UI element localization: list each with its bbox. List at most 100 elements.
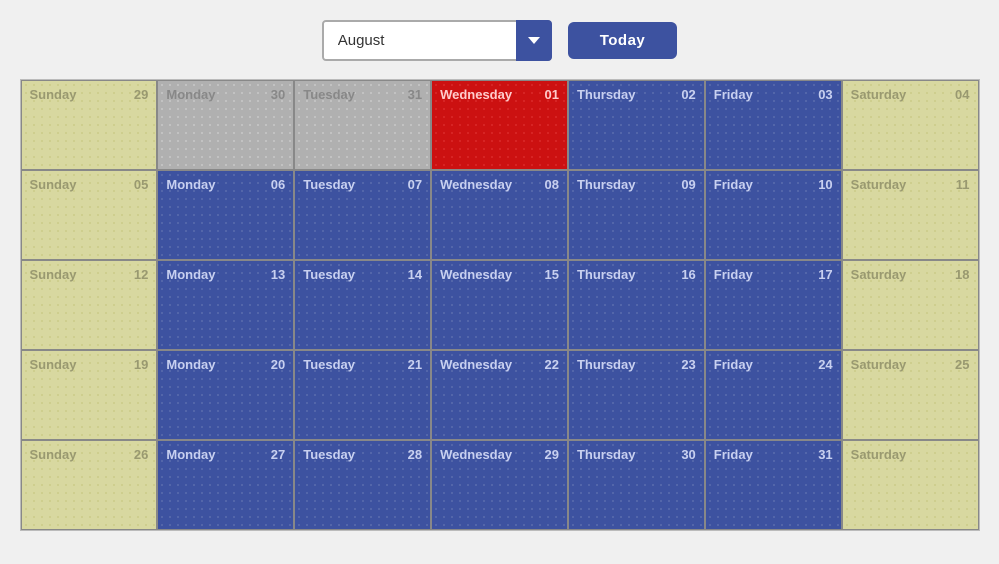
calendar-cell[interactable]: Monday 06 [157, 170, 294, 260]
cell-day-number: 31 [818, 447, 832, 462]
cell-day-name: Friday [714, 447, 753, 462]
cell-day-name: Saturday [851, 447, 907, 462]
month-select[interactable]: JanuaryFebruaryMarchAprilMayJuneJulyAugu… [322, 20, 552, 61]
cell-day-name: Tuesday [303, 267, 355, 282]
cell-day-number: 29 [544, 447, 558, 462]
calendar-week-row: Sunday19Monday20Tuesday21Wednesday22Thur… [21, 350, 979, 440]
cell-day-name: Thursday [577, 357, 636, 372]
cell-day-number: 20 [271, 357, 285, 372]
cell-day-number: 06 [271, 177, 285, 192]
calendar-cell[interactable]: Monday27 [157, 440, 294, 530]
cell-day-number: 01 [544, 87, 558, 102]
calendar-cell[interactable]: Tuesday 14 [294, 260, 431, 350]
cell-day-name: Sunday [30, 357, 77, 372]
cell-day-name: Saturday [851, 267, 907, 282]
calendar-cell[interactable]: Tuesday07 [294, 170, 431, 260]
calendar-cell[interactable]: Thursday 09 [568, 170, 705, 260]
cell-day-name: Thursday [577, 177, 636, 192]
cell-day-number: 10 [818, 177, 832, 192]
cell-day-number: 09 [681, 177, 695, 192]
calendar-cell[interactable]: Thursday 30 [568, 440, 705, 530]
calendar-cell[interactable]: Thursday 16 [568, 260, 705, 350]
calendar-cell[interactable]: Saturday 25 [842, 350, 979, 440]
calendar-cell[interactable]: Friday 10 [705, 170, 842, 260]
calendar-cell[interactable]: Tuesday 21 [294, 350, 431, 440]
cell-day-name: Sunday [30, 267, 77, 282]
cell-day-name: Friday [714, 267, 753, 282]
cell-day-number: 17 [818, 267, 832, 282]
cell-day-name: Tuesday [303, 87, 355, 102]
calendar-cell[interactable]: Sunday29 [21, 80, 158, 170]
calendar-cell[interactable]: Sunday 26 [21, 440, 158, 530]
cell-day-name: Tuesday [303, 447, 355, 462]
cell-day-number: 31 [408, 87, 422, 102]
cell-day-number: 08 [544, 177, 558, 192]
cell-day-number: 30 [271, 87, 285, 102]
calendar-cell[interactable]: Friday24 [705, 350, 842, 440]
calendar-cell[interactable]: Thursday 23 [568, 350, 705, 440]
calendar-cell[interactable]: Wednesday29 [431, 440, 568, 530]
calendar-cell[interactable]: Sunday05 [21, 170, 158, 260]
cell-day-number: 04 [955, 87, 969, 102]
cell-day-name: Monday [166, 177, 215, 192]
calendar-cell[interactable]: Friday 03 [705, 80, 842, 170]
calendar-cell[interactable]: Saturday [842, 440, 979, 530]
calendar-cell[interactable]: Sunday12 [21, 260, 158, 350]
calendar-cell[interactable]: Wednesday 15 [431, 260, 568, 350]
calendar-cell[interactable]: Wednesday 08 [431, 170, 568, 260]
cell-day-number: 19 [134, 357, 148, 372]
cell-day-name: Thursday [577, 267, 636, 282]
cell-day-number: 21 [408, 357, 422, 372]
calendar-cell[interactable]: Monday 30 [157, 80, 294, 170]
cell-day-name: Friday [714, 177, 753, 192]
cell-day-name: Saturday [851, 177, 907, 192]
cell-day-name: Wednesday [440, 357, 512, 372]
calendar-cell[interactable]: Saturday 18 [842, 260, 979, 350]
cell-day-name: Wednesday [440, 267, 512, 282]
cell-day-name: Monday [166, 87, 215, 102]
cell-day-name: Saturday [851, 87, 907, 102]
cell-day-name: Monday [166, 447, 215, 462]
cell-day-name: Wednesday [440, 177, 512, 192]
cell-day-number: 24 [818, 357, 832, 372]
cell-day-number: 14 [408, 267, 422, 282]
cell-day-number: 18 [955, 267, 969, 282]
calendar-cell[interactable]: Thursday02 [568, 80, 705, 170]
calendar-week-row: Sunday29 Monday 30 Tuesday 31 Wednesday 01 Thur… [21, 80, 979, 170]
cell-day-name: Tuesday [303, 357, 355, 372]
calendar-cell[interactable]: Saturday 04 [842, 80, 979, 170]
calendar-cell[interactable]: Wednesday 01 [431, 80, 568, 170]
cell-day-number: 16 [681, 267, 695, 282]
calendar-cell[interactable]: Friday 31 [705, 440, 842, 530]
month-select-wrapper: JanuaryFebruaryMarchAprilMayJuneJulyAugu… [322, 20, 552, 61]
calendar-week-row: Sunday05 Monday 06 Tuesday07 Wednesday 08 Thur… [21, 170, 979, 260]
cell-day-name: Sunday [30, 177, 77, 192]
calendar: Sunday29Monday30Tuesday31Wednesday01Thur… [20, 79, 980, 531]
calendar-cell[interactable]: Tuesday 28 [294, 440, 431, 530]
cell-day-name: Thursday [577, 447, 636, 462]
cell-day-number: 26 [134, 447, 148, 462]
cell-day-number: 15 [544, 267, 558, 282]
calendar-cell[interactable]: Monday 20 [157, 350, 294, 440]
calendar-cell[interactable]: Friday 17 [705, 260, 842, 350]
calendar-cell[interactable]: Sunday 19 [21, 350, 158, 440]
toolbar: JanuaryFebruaryMarchAprilMayJuneJulyAugu… [322, 20, 678, 61]
cell-day-number: 13 [271, 267, 285, 282]
calendar-cell[interactable]: Monday 13 [157, 260, 294, 350]
calendar-cell[interactable]: Wednesday22 [431, 350, 568, 440]
cell-day-number: 25 [955, 357, 969, 372]
cell-day-name: Monday [166, 267, 215, 282]
cell-day-name: Sunday [30, 447, 77, 462]
cell-day-name: Friday [714, 87, 753, 102]
cell-day-name: Monday [166, 357, 215, 372]
today-button[interactable]: Today [568, 22, 678, 59]
calendar-cell[interactable]: Tuesday 31 [294, 80, 431, 170]
calendar-week-row: Sunday12 Monday 13 Tuesday 14 Wednesday 15 Thur… [21, 260, 979, 350]
cell-day-number: 23 [681, 357, 695, 372]
calendar-cell[interactable]: Saturday11 [842, 170, 979, 260]
cell-day-number: 30 [681, 447, 695, 462]
cell-day-number: 28 [408, 447, 422, 462]
cell-day-name: Wednesday [440, 87, 512, 102]
cell-day-name: Saturday [851, 357, 907, 372]
cell-day-number: 03 [818, 87, 832, 102]
